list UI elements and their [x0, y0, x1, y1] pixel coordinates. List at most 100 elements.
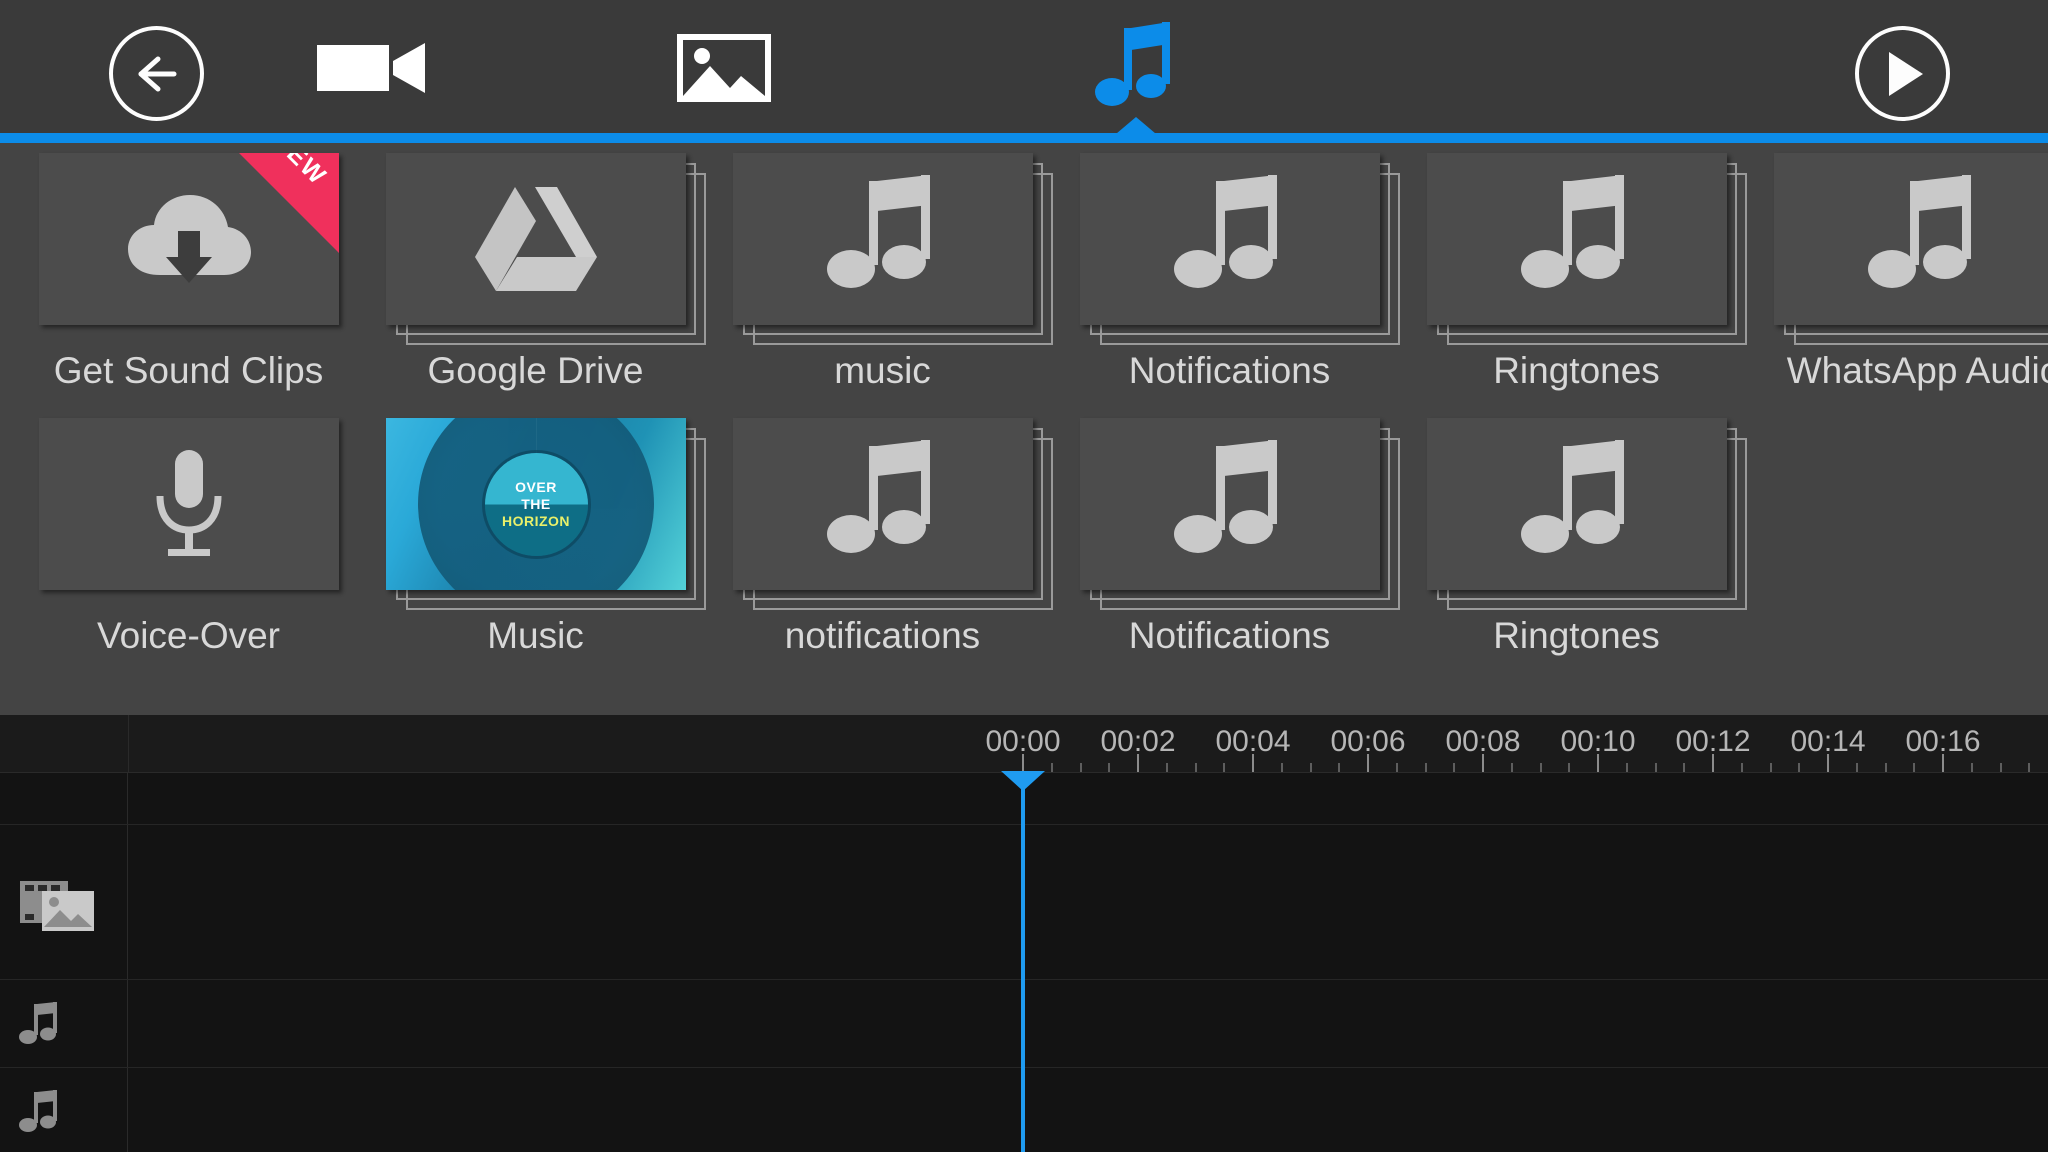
- media-tile-label: notifications: [784, 615, 981, 656]
- new-badge-triangle: [238, 153, 339, 253]
- play-icon: [1888, 51, 1923, 96]
- google-drive-icon: [474, 187, 597, 291]
- playhead-handle[interactable]: [1001, 771, 1045, 791]
- timeline-ruler[interactable]: 00:00 00:02 00:04 00:06 00:08 00:10 00:12 00:14…: [0, 715, 2048, 773]
- ruler-tick-major: [1482, 754, 1484, 772]
- album-title-line-3: HORIZON: [501, 513, 571, 529]
- ruler-tick-minor: [1798, 763, 1801, 772]
- ruler-tick-minor: [1079, 763, 1082, 772]
- media-tile[interactable]: Google Drive: [363, 153, 708, 393]
- music-note-icon: [1520, 175, 1624, 288]
- tile-thumbnail[interactable]: NEW: [38, 153, 339, 325]
- ruler-tick-minor: [1108, 763, 1111, 772]
- playhead-line[interactable]: [1021, 773, 1025, 1152]
- ruler-tick-minor: [1338, 763, 1341, 772]
- ruler-tick-major: [1942, 754, 1944, 772]
- media-tile-label: WhatsApp Audio: [1786, 350, 2048, 391]
- media-tile-label: Get Sound Clips: [53, 350, 324, 391]
- tab-image[interactable]: [654, 20, 794, 116]
- ruler-tick-minor: [1309, 763, 1312, 772]
- media-tile[interactable]: Notifications: [1057, 153, 1402, 393]
- tile-thumbnail[interactable]: [1426, 418, 1727, 590]
- music-note-icon: [1095, 22, 1170, 106]
- media-tile-label: Google Drive: [427, 350, 644, 391]
- back-arrow-icon: [138, 56, 176, 91]
- ruler-tick-minor: [1913, 763, 1916, 772]
- media-tile[interactable]: music: [710, 153, 1055, 393]
- media-tile[interactable]: Notifications: [1057, 418, 1402, 658]
- ruler-tick-minor: [1884, 763, 1887, 772]
- ruler-tick-major: [1367, 754, 1369, 772]
- play-button[interactable]: [1855, 26, 1950, 121]
- tile-thumbnail[interactable]: [385, 153, 686, 325]
- vinyl-label: OVER THE HORIZON: [484, 453, 588, 556]
- media-tile[interactable]: OVER THE HORIZON Music: [363, 418, 708, 658]
- toolbar-underline: [0, 133, 2048, 143]
- media-browser-panel[interactable]: NEW Get Sound Clips Google Drive music No…: [0, 143, 2048, 715]
- tile-thumbnail[interactable]: [1426, 153, 1727, 325]
- tile-thumbnail[interactable]: [1773, 153, 2048, 325]
- ruler-tick-major: [1827, 754, 1829, 772]
- music-note-icon: [1173, 440, 1277, 553]
- tile-thumbnail[interactable]: [732, 153, 1033, 325]
- ruler-tick-minor: [1568, 763, 1571, 772]
- media-tile[interactable]: Ringtones: [1404, 418, 1749, 658]
- microphone-icon: [156, 450, 221, 556]
- media-tile[interactable]: Ringtones: [1404, 153, 1749, 393]
- ruler-tick-minor: [1654, 763, 1657, 772]
- ruler-tick-major: [1022, 754, 1024, 772]
- media-tile-label: Notifications: [1128, 350, 1331, 391]
- ruler-tick-minor: [1625, 763, 1628, 772]
- media-tile[interactable]: NEW Get Sound Clips: [16, 153, 361, 393]
- cloud-download-icon: [127, 195, 251, 283]
- new-badge: NEW: [238, 153, 339, 253]
- media-grid: NEW Get Sound Clips Google Drive music No…: [0, 143, 2048, 715]
- ruler-tick-minor: [1453, 763, 1456, 772]
- media-tile-label: Music: [487, 615, 584, 656]
- media-tile[interactable]: notifications: [710, 418, 1055, 658]
- ruler-tick-major: [1137, 754, 1139, 772]
- ruler-tick-minor: [1970, 763, 1973, 772]
- video-editor-screen: NEW Get Sound Clips Google Drive music No…: [0, 0, 2048, 1152]
- tab-audio[interactable]: [1064, 20, 1204, 116]
- filmstrip-photo-icon: [18, 877, 96, 933]
- media-tile[interactable]: Voice-Over: [16, 418, 361, 658]
- ruler-tick-minor: [1050, 763, 1053, 772]
- ruler-tick-major: [1712, 754, 1714, 772]
- tile-thumbnail[interactable]: [1079, 153, 1380, 325]
- ruler-tick-major: [1597, 754, 1599, 772]
- ruler-tick-minor: [1855, 763, 1858, 772]
- music-note-icon: [1867, 175, 1971, 288]
- music-note-icon: [1173, 175, 1277, 288]
- ruler-tick-minor: [2028, 763, 2031, 772]
- ruler-tick-minor: [1769, 763, 1772, 772]
- ruler-tick-minor: [1539, 763, 1542, 772]
- media-tile-label: Notifications: [1128, 615, 1331, 656]
- tile-thumbnail[interactable]: [38, 418, 339, 590]
- top-toolbar: [0, 0, 2048, 143]
- ruler-tick-minor: [1740, 763, 1743, 772]
- tile-thumbnail[interactable]: [732, 418, 1033, 590]
- timeline-panel[interactable]: 00:00 00:02 00:04 00:06 00:08 00:10 00:12 00:14…: [0, 715, 2048, 1152]
- ruler-tick-minor: [1223, 763, 1226, 772]
- tile-thumbnail[interactable]: [1079, 418, 1380, 590]
- tab-video[interactable]: [303, 20, 443, 116]
- music-note-icon: [18, 1090, 60, 1136]
- album-title-line-1: OVER: [515, 479, 557, 495]
- music-note-icon: [826, 175, 930, 288]
- media-tile[interactable]: WhatsApp Audio: [1751, 153, 2048, 393]
- tile-thumbnail[interactable]: OVER THE HORIZON: [385, 418, 686, 590]
- ruler-divider: [128, 715, 129, 773]
- ruler-tick-minor: [1165, 763, 1168, 772]
- video-camera-icon: [317, 43, 425, 93]
- ruler-tick-minor: [1280, 763, 1283, 772]
- ruler-tick-minor: [1683, 763, 1686, 772]
- ruler-tick-minor: [1510, 763, 1513, 772]
- music-note-icon: [18, 1002, 60, 1048]
- album-art-record: OVER THE HORIZON: [385, 418, 686, 590]
- ruler-tick-minor: [1999, 763, 2002, 772]
- media-tile-label: Ringtones: [1493, 350, 1660, 391]
- back-button[interactable]: [109, 26, 204, 121]
- ruler-tick-minor: [1424, 763, 1427, 772]
- media-tile-label: Voice-Over: [96, 615, 280, 656]
